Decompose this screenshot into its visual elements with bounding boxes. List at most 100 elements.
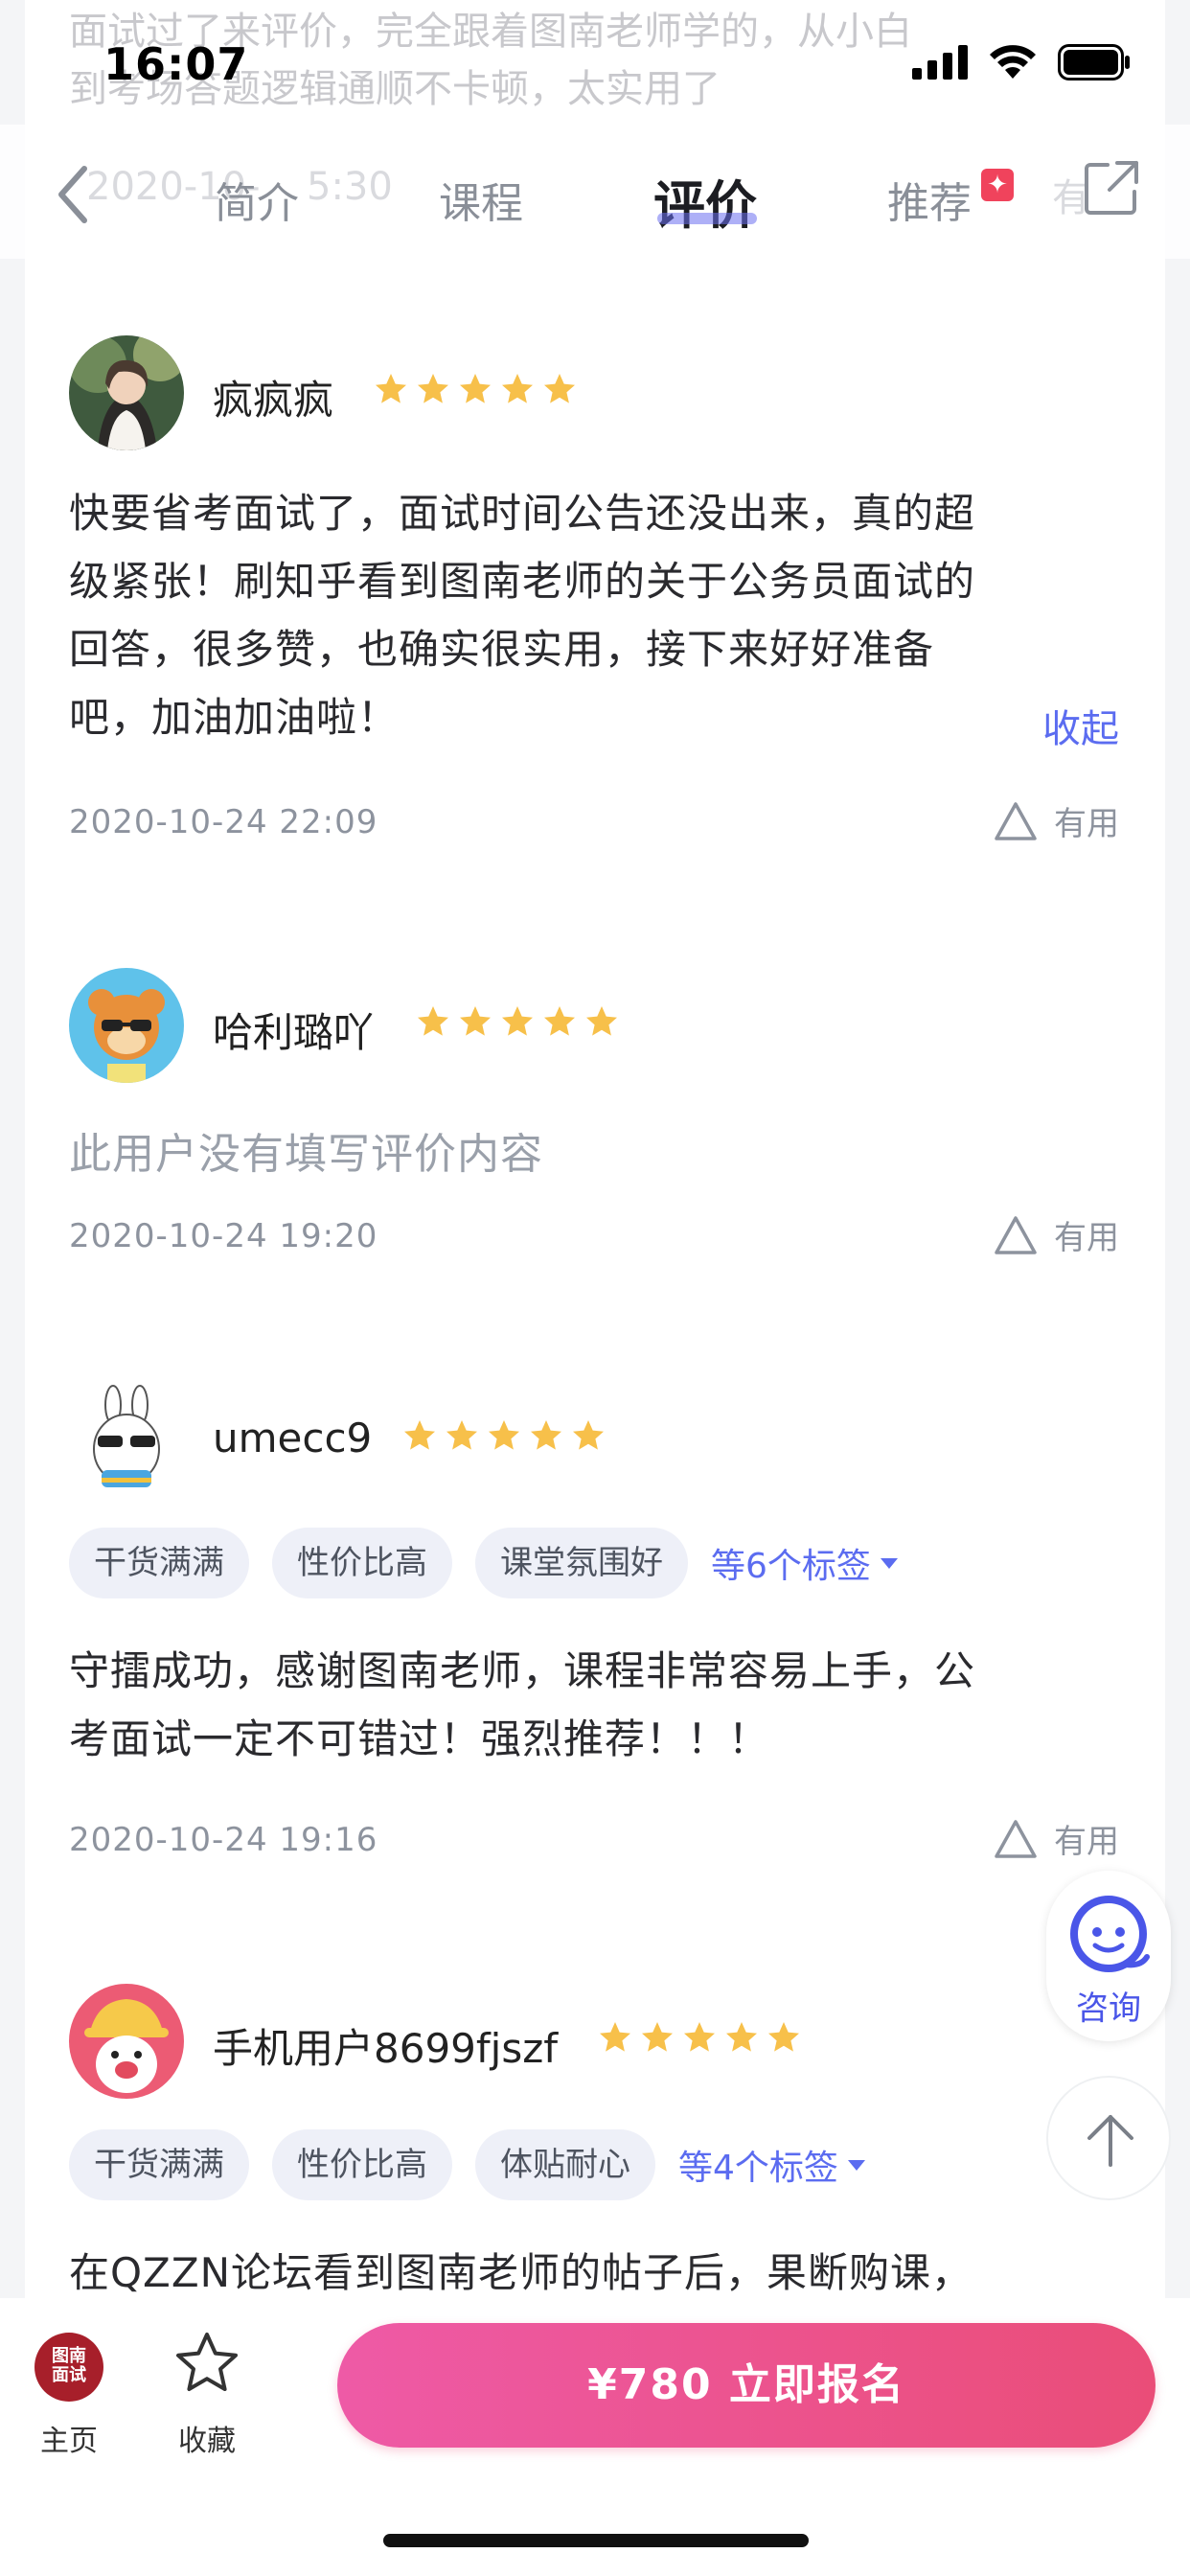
- more-tags-toggle[interactable]: 等4个标签: [678, 2140, 867, 2190]
- share-button[interactable]: [1083, 159, 1140, 217]
- review-line: 在QZZN论坛看到图南老师的帖子后，果断购课，: [69, 2249, 973, 2296]
- review-line: 快要省考面试了，面试时间公告还没出来，真的超: [69, 490, 976, 537]
- useful-label: 有用: [1054, 1823, 1119, 1861]
- home-logo-icon[interactable]: 图南 面试: [34, 2333, 103, 2402]
- home-label[interactable]: 主页: [40, 2417, 98, 2459]
- thumb-icon: [995, 1819, 1037, 1858]
- star-icon: [404, 1420, 435, 1450]
- avatar[interactable]: [69, 968, 184, 1083]
- thumb-icon: [995, 1215, 1037, 1254]
- star-outline-icon[interactable]: [174, 2331, 240, 2396]
- review-line: 吧，加油加油啦！: [69, 694, 400, 741]
- status-icons: [912, 44, 1131, 80]
- collapse-link[interactable]: 收起: [1042, 698, 1119, 753]
- star-rating: [402, 1418, 606, 1453]
- star-icon: [544, 1006, 575, 1036]
- review-tag: 性价比高: [272, 2129, 452, 2200]
- review-content: 快要省考面试了，面试时间公告还没出来，真的超 级紧张！刷知乎看到图南老师的关于公…: [69, 479, 1133, 751]
- star-icon: [544, 374, 575, 403]
- star-icon: [460, 374, 491, 403]
- useful-button[interactable]: 有用: [993, 1815, 1119, 1862]
- review-date: 2020-10-24 19:20: [69, 1217, 378, 1255]
- star-icon: [600, 2022, 630, 2052]
- enroll-button[interactable]: ¥780 立即报名: [337, 2323, 1156, 2448]
- reviewer-name: 疯疯疯: [213, 377, 334, 424]
- star-icon: [502, 1006, 533, 1036]
- back-to-top-button[interactable]: [1046, 2076, 1171, 2200]
- signal-icon: [912, 45, 968, 80]
- review-tag: 性价比高: [272, 1528, 452, 1598]
- review-tags: 干货满满 性价比高 课堂氛围好 等6个标签: [69, 1528, 900, 1598]
- tab-reviews[interactable]: 评价: [653, 163, 757, 239]
- thumb-icon: [995, 801, 1037, 840]
- star-rating: [374, 372, 577, 406]
- more-tags-label: 等4个标签: [678, 2149, 838, 2188]
- review-content: 守擂成功，感谢图南老师，课程非常容易上手，公 考面试一定不可错过！强烈推荐！！！: [69, 1637, 1133, 1773]
- review-line: 级紧张！刷知乎看到图南老师的关于公务员面试的: [69, 558, 976, 605]
- battery-icon: [1058, 44, 1130, 80]
- useful-label: 有用: [1054, 1219, 1119, 1257]
- ghost-date-tail: 5:30: [307, 165, 393, 209]
- star-icon: [446, 1420, 477, 1450]
- avatar[interactable]: [69, 1382, 184, 1497]
- reviewer-name: 哈利璐吖: [213, 1009, 375, 1056]
- share-icon: [1085, 161, 1138, 215]
- review-line: 回答，很多赞，也确实很实用，接下来好好准备: [69, 626, 935, 673]
- empty-review-text: 此用户没有填写评价内容: [69, 1130, 543, 1179]
- status-time: 16:07: [103, 38, 249, 90]
- reviewer-name: 手机用户8699fjszf: [213, 2025, 559, 2072]
- avatar[interactable]: [69, 335, 184, 450]
- useful-button[interactable]: 有用: [993, 797, 1119, 844]
- avatar[interactable]: [69, 1984, 184, 2099]
- star-icon: [418, 1006, 448, 1036]
- star-icon: [642, 2022, 673, 2052]
- caret-down-icon: [880, 1558, 898, 1569]
- review-tag: 干货满满: [69, 1528, 249, 1598]
- logo-line: 面试: [52, 2365, 86, 2385]
- review-tag: 干货满满: [69, 2129, 249, 2200]
- status-bar: 16:07: [0, 0, 1190, 125]
- useful-button[interactable]: 有用: [993, 1211, 1119, 1258]
- review-date: 2020-10-24 19:16: [69, 1821, 378, 1859]
- reviewer-name: umecc9: [213, 1414, 373, 1461]
- review-content: 在QZZN论坛看到图南老师的帖子后，果断购课，: [69, 2239, 1133, 2298]
- consult-button[interactable]: 咨询: [1046, 1871, 1171, 2041]
- avatar-bear: [69, 968, 184, 1083]
- review-line: 守擂成功，感谢图南老师，课程非常容易上手，公: [69, 1647, 976, 1694]
- review-tags: 干货满满 性价比高 体贴耐心 等4个标签: [69, 2129, 867, 2200]
- star-icon: [531, 1420, 561, 1450]
- review-date: 2020-10-24 22:09: [69, 803, 378, 841]
- star-icon: [502, 374, 533, 403]
- star-icon: [418, 374, 448, 403]
- star-icon: [684, 2022, 715, 2052]
- avatar-rabbit: [69, 1382, 184, 1497]
- review-tag: 课堂氛围好: [475, 1528, 688, 1598]
- tab-recommend[interactable]: 推荐: [887, 169, 972, 230]
- active-tab-indicator: [657, 213, 757, 224]
- wifi-icon: [990, 45, 1036, 79]
- star-rating: [598, 2020, 801, 2055]
- star-icon: [573, 1420, 604, 1450]
- customer-service-icon: [1070, 1896, 1150, 1972]
- star-icon: [768, 2022, 799, 2052]
- review-line: 考面试一定不可错过！强烈推荐！！！: [69, 1715, 770, 1762]
- logo-line: 图南: [52, 2346, 86, 2366]
- more-tags-toggle[interactable]: 等6个标签: [711, 1538, 900, 1588]
- arrow-up-icon: [1087, 2115, 1133, 2167]
- star-icon: [460, 1006, 491, 1036]
- star-icon: [586, 1006, 617, 1036]
- home-indicator: [383, 2534, 809, 2547]
- consult-label: 咨询: [1076, 1990, 1141, 2028]
- more-tags-label: 等6个标签: [711, 1547, 871, 1586]
- favorite-label[interactable]: 收藏: [178, 2417, 236, 2459]
- star-icon: [376, 374, 406, 403]
- star-icon: [489, 1420, 519, 1450]
- caret-down-icon: [847, 2160, 865, 2171]
- tab-intro[interactable]: 简介: [215, 169, 299, 230]
- recommend-badge-icon: ✦: [981, 169, 1014, 201]
- avatar-photo: [69, 335, 184, 450]
- star-icon: [726, 2022, 757, 2052]
- tab-course[interactable]: 课程: [439, 169, 523, 230]
- star-rating: [416, 1004, 619, 1039]
- review-tag: 体贴耐心: [475, 2129, 655, 2200]
